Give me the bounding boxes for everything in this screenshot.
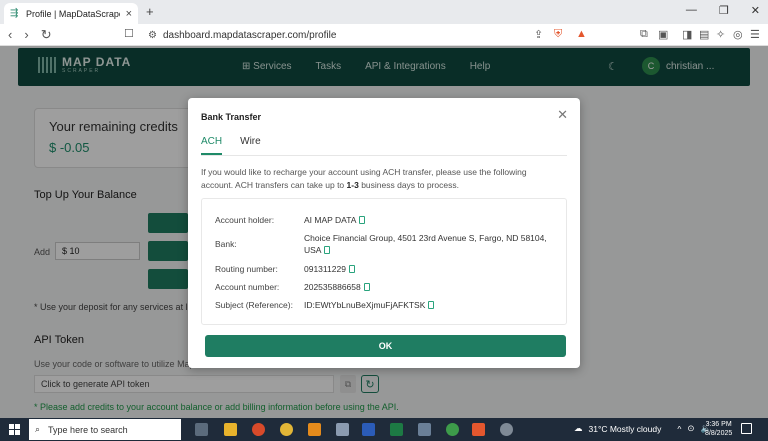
- transfer-tabs: ACH Wire: [201, 136, 279, 155]
- windows-taskbar: ⌕ Type here to search ☁ 31°C Mostly clou…: [0, 418, 768, 441]
- page-content: MAP DATA SCRAPER ⊞ Services Tasks API & …: [0, 46, 768, 418]
- excel-icon[interactable]: [390, 423, 403, 436]
- detail-row: Bank: Choice Financial Group, 4501 23rd …: [215, 232, 554, 256]
- url-text: dashboard.mapdatascraper.com/profile: [162, 29, 337, 41]
- bank-transfer-modal: Bank Transfer ✕ ACH Wire If you would li…: [188, 98, 580, 368]
- chrome-icon[interactable]: [280, 423, 293, 436]
- desc-line-2-end: business days to process.: [358, 180, 459, 190]
- bank-details-box: Account holder: AI MAP DATA Bank: Choice…: [201, 198, 567, 325]
- detail-row: Account holder: AI MAP DATA: [215, 214, 554, 226]
- detail-row: Account number: 202535886658: [215, 281, 554, 293]
- detail-key: Routing number:: [215, 264, 278, 274]
- address-bar: ‹ › ↻ ☐ ⚙ dashboard.mapdatascraper.com/p…: [0, 24, 768, 46]
- close-window-button[interactable]: ✕: [751, 4, 760, 17]
- detail-key: Account holder:: [215, 215, 275, 225]
- app-icon-round[interactable]: [500, 423, 513, 436]
- detail-row: Subject (Reference): ID:EWtYbLnuBeXjmuFj…: [215, 299, 554, 311]
- app-icon-gray[interactable]: [336, 423, 349, 436]
- weather-text[interactable]: 31°C Mostly cloudy: [589, 424, 662, 434]
- app-icon-slate[interactable]: [418, 423, 431, 436]
- site-favicon-icon: ⇶: [10, 7, 19, 19]
- detail-value: ID:EWtYbLnuBeXjmuFjAFKTSK: [304, 300, 426, 310]
- detail-value: 091311229: [304, 264, 346, 274]
- clock-date: 8/8/2025: [705, 430, 733, 437]
- detail-value-wrap: Choice Financial Group, 4501 23rd Avenue…: [304, 232, 554, 256]
- search-placeholder: Type here to search: [48, 424, 128, 435]
- back-icon[interactable]: ‹: [8, 27, 12, 43]
- copy-icon[interactable]: [324, 246, 331, 254]
- detail-key: Bank:: [215, 239, 237, 249]
- desc-days: 1-3: [346, 180, 359, 190]
- copy-icon[interactable]: [359, 216, 366, 224]
- detail-value-wrap: 091311229: [304, 263, 554, 275]
- reader-icon[interactable]: ▣: [658, 28, 668, 41]
- copy-icon[interactable]: [363, 283, 370, 291]
- brave-rewards-icon[interactable]: ▲: [576, 28, 587, 40]
- modal-title: Bank Transfer: [201, 112, 262, 122]
- word-icon[interactable]: [362, 423, 375, 436]
- site-settings-icon[interactable]: ⚙: [148, 30, 157, 41]
- detail-value-wrap: 202535886658: [304, 281, 554, 293]
- detail-key: Subject (Reference):: [215, 300, 293, 310]
- file-explorer-icon[interactable]: [224, 423, 237, 436]
- brave-shield-icon[interactable]: ⛨: [554, 28, 562, 41]
- detail-value: 202535886658: [304, 282, 361, 292]
- close-icon[interactable]: ✕: [557, 107, 568, 123]
- new-tab-button[interactable]: +: [146, 4, 154, 19]
- notification-icon[interactable]: [741, 423, 752, 434]
- clock-time: 3:36 PM: [705, 421, 732, 428]
- tab-title: Profile | MapDataScraper: [26, 8, 120, 19]
- tab-wire[interactable]: Wire: [240, 136, 261, 155]
- url-field[interactable]: ⚙ dashboard.mapdatascraper.com/profile: [148, 27, 548, 43]
- ach-description: If you would like to recharge your accou…: [201, 166, 561, 192]
- desc-line-2: account. ACH transfers can take up to: [201, 180, 347, 190]
- tab-divider: [201, 155, 567, 156]
- tab-ach[interactable]: ACH: [201, 136, 223, 155]
- maximize-button[interactable]: ❐: [719, 4, 729, 17]
- task-view-icon[interactable]: [195, 423, 208, 436]
- taskbar-search[interactable]: ⌕ Type here to search: [29, 419, 181, 440]
- vpn-icon[interactable]: ◎: [733, 28, 743, 41]
- forward-icon[interactable]: ›: [24, 27, 28, 43]
- network-icon[interactable]: ⊙: [687, 423, 694, 434]
- detail-value: AI MAP DATA: [304, 215, 357, 225]
- detail-key: Account number:: [215, 282, 280, 292]
- system-tray: ☁ 31°C Mostly cloudy ^ ⊙ 🔈: [574, 423, 711, 434]
- sidebar-icon[interactable]: ◨: [682, 28, 692, 41]
- detail-value: Choice Financial Group, 4501 23rd Avenue…: [304, 233, 547, 255]
- search-icon: ⌕: [35, 424, 41, 434]
- browser-tab[interactable]: ⇶ Profile | MapDataScraper ×: [4, 3, 138, 24]
- desc-line-1: If you would like to recharge your accou…: [201, 167, 527, 177]
- copy-icon[interactable]: [348, 265, 355, 273]
- app-icon-red[interactable]: [252, 423, 265, 436]
- extensions-icon[interactable]: ⧉: [640, 28, 648, 41]
- detail-value-wrap: ID:EWtYbLnuBeXjmuFjAFKTSK: [304, 299, 554, 311]
- leo-icon[interactable]: ✧: [716, 28, 725, 41]
- share-icon[interactable]: ⇪: [534, 28, 543, 41]
- detail-row: Routing number: 091311229: [215, 263, 554, 275]
- minimize-button[interactable]: —: [686, 4, 697, 17]
- menu-icon[interactable]: ☰: [750, 28, 760, 41]
- wallet-icon[interactable]: ▤: [699, 28, 709, 41]
- vlc-icon[interactable]: [308, 423, 321, 436]
- close-tab-icon[interactable]: ×: [126, 8, 132, 20]
- bookmark-icon[interactable]: ☐: [124, 27, 134, 40]
- browser-tab-bar: ⇶ Profile | MapDataScraper × + — ❐ ✕: [0, 0, 768, 24]
- ok-button[interactable]: OK: [205, 335, 566, 357]
- weather-icon[interactable]: ☁: [574, 423, 583, 434]
- clock[interactable]: 3:36 PM 8/8/2025: [705, 420, 732, 438]
- detail-value-wrap: AI MAP DATA: [304, 214, 554, 226]
- reload-icon[interactable]: ↻: [41, 27, 52, 43]
- copy-icon[interactable]: [428, 301, 435, 309]
- tray-chevron-icon[interactable]: ^: [677, 424, 681, 434]
- chrome-alt-icon[interactable]: [446, 423, 459, 436]
- brave-icon[interactable]: [472, 423, 485, 436]
- windows-start-icon[interactable]: [9, 424, 20, 435]
